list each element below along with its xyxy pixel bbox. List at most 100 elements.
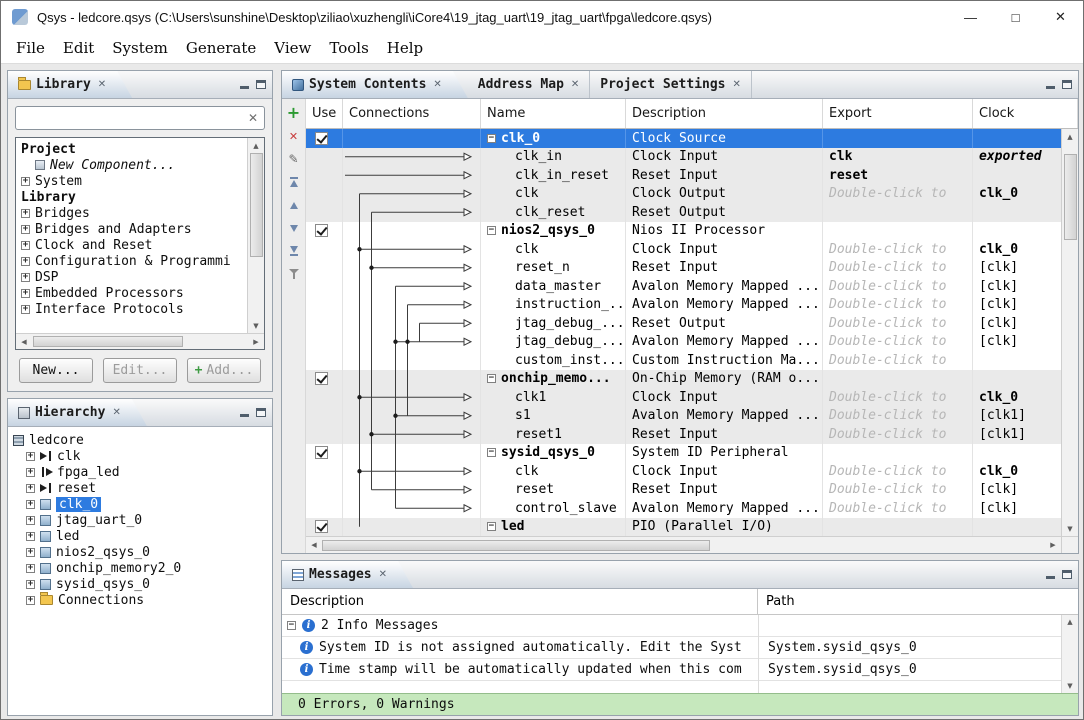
expand-icon[interactable]: + [26, 452, 35, 461]
collapse-icon[interactable]: − [287, 621, 296, 630]
expand-icon[interactable]: + [26, 564, 35, 573]
scroll-left-icon[interactable] [16, 334, 32, 349]
expand-icon[interactable]: + [26, 596, 35, 605]
tab-system-contents[interactable]: System Contents✕ [282, 71, 468, 98]
library-horizontal-scrollbar[interactable] [16, 333, 264, 349]
scroll-right-icon[interactable] [1045, 537, 1061, 553]
expand-icon[interactable]: + [26, 532, 35, 541]
minimize-view-icon[interactable] [240, 80, 250, 89]
module-row-clk-0[interactable]: −clk_0Clock Source [306, 129, 1061, 148]
column-header-connections[interactable]: Connections [343, 99, 481, 128]
port-row-custom-inst[interactable]: custom_inst...Custom Instruction Ma...Do… [306, 351, 1061, 370]
module-row-onchip-memo[interactable]: −onchip_memo...On-Chip Memory (RAM o... [306, 370, 1061, 389]
messages-summary-row[interactable]: − 2 Info Messages [282, 615, 1078, 637]
port-row-clk[interactable]: clkClock InputDouble-click toclk_0 [306, 462, 1061, 481]
new-button[interactable]: New... [19, 358, 93, 383]
expand-icon[interactable]: + [21, 225, 30, 234]
module-row-sysid-qsys-0[interactable]: −sysid_qsys_0System ID Peripheral [306, 444, 1061, 463]
port-row-clk1[interactable]: clk1Clock InputDouble-click toclk_0 [306, 388, 1061, 407]
column-header-description[interactable]: Description [626, 99, 823, 128]
expand-icon[interactable]: + [21, 241, 30, 250]
module-row-led[interactable]: −ledPIO (Parallel I/O) [306, 518, 1061, 537]
message-row[interactable]: System ID is not assigned automatically.… [282, 637, 1078, 659]
library-item-dsp[interactable]: +DSP [16, 269, 247, 285]
add-component-icon[interactable]: + [286, 106, 302, 120]
library-item-system[interactable]: +System [16, 173, 247, 189]
column-header-use[interactable]: Use [306, 99, 343, 128]
remove-component-icon[interactable]: ✕ [286, 129, 302, 143]
expand-icon[interactable]: + [26, 580, 35, 589]
menu-edit[interactable]: Edit [54, 36, 103, 60]
message-row[interactable]: Time stamp will be automatically updated… [282, 659, 1078, 681]
messages-column-path[interactable]: Path [758, 589, 1078, 614]
use-checkbox[interactable] [315, 224, 328, 237]
library-item-library[interactable]: Library [16, 189, 247, 205]
use-checkbox[interactable] [315, 132, 328, 145]
collapse-icon[interactable]: − [487, 226, 496, 235]
expand-icon[interactable]: + [26, 548, 35, 557]
hierarchy-item-jtag-uart-0[interactable]: +jtag_uart_0 [8, 512, 272, 528]
expand-icon[interactable]: + [21, 177, 30, 186]
port-row-clk-reset[interactable]: clk_resetReset Output [306, 203, 1061, 222]
tab-close-icon[interactable]: ✕ [98, 79, 106, 90]
port-row-data-master[interactable]: data_masterAvalon Memory Mapped ...Doubl… [306, 277, 1061, 296]
restore-view-icon[interactable] [1062, 80, 1072, 89]
menu-file[interactable]: File [7, 36, 54, 60]
scroll-down-icon[interactable] [1062, 521, 1078, 536]
expand-icon[interactable]: + [26, 484, 35, 493]
collapse-icon[interactable]: − [487, 134, 496, 143]
port-row-clk[interactable]: clkClock InputDouble-click toclk_0 [306, 240, 1061, 259]
scroll-down-icon[interactable] [248, 318, 264, 333]
minimize-view-icon[interactable] [1046, 80, 1056, 89]
port-row-clk-in[interactable]: clk_inClock Inputclkexported [306, 148, 1061, 167]
messages-vertical-scrollbar[interactable] [1061, 615, 1078, 693]
use-checkbox[interactable] [315, 520, 328, 533]
column-header-clock[interactable]: Clock [973, 99, 1078, 128]
hierarchy-item-clk-0[interactable]: +clk_0 [8, 496, 272, 512]
port-row-jtag-debug[interactable]: jtag_debug_...Reset OutputDouble-click t… [306, 314, 1061, 333]
port-row-s1[interactable]: s1Avalon Memory Mapped ...Double-click t… [306, 407, 1061, 426]
expand-icon[interactable]: + [21, 209, 30, 218]
use-checkbox[interactable] [315, 372, 328, 385]
tab-close-icon[interactable]: ✕ [571, 79, 579, 90]
scroll-down-icon[interactable] [1067, 682, 1072, 690]
scroll-left-icon[interactable] [306, 537, 322, 553]
move-bottom-icon[interactable] [286, 244, 302, 258]
port-row-reset-n[interactable]: reset_nReset InputDouble-click to[clk] [306, 259, 1061, 278]
scroll-thumb[interactable] [250, 153, 263, 257]
column-header-name[interactable]: Name [481, 99, 626, 128]
edit-component-icon[interactable]: ✎ [286, 152, 302, 166]
hierarchy-item-clk[interactable]: +clk [8, 448, 272, 464]
clear-search-icon[interactable]: ✕ [248, 111, 258, 125]
menu-generate[interactable]: Generate [177, 36, 265, 60]
hierarchy-item-led[interactable]: +led [8, 528, 272, 544]
minimize-view-icon[interactable] [1046, 570, 1056, 579]
hierarchy-item-nios2-qsys-0[interactable]: +nios2_qsys_0 [8, 544, 272, 560]
expand-icon[interactable]: + [21, 305, 30, 314]
library-item-project[interactable]: Project [16, 141, 247, 157]
tab-close-icon[interactable]: ✕ [379, 569, 387, 580]
edit-button[interactable]: Edit... [103, 358, 177, 383]
expand-icon[interactable]: + [26, 500, 35, 509]
hierarchy-item-fpga-led[interactable]: +fpga_led [8, 464, 272, 480]
column-header-export[interactable]: Export [823, 99, 973, 128]
menu-system[interactable]: System [103, 36, 177, 60]
expand-icon[interactable]: + [26, 516, 35, 525]
search-input[interactable] [22, 111, 248, 126]
port-row-clk-in-reset[interactable]: clk_in_resetReset Inputreset [306, 166, 1061, 185]
library-item-bridges[interactable]: +Bridges [16, 205, 247, 221]
collapse-icon[interactable]: − [487, 374, 496, 383]
hierarchy-item-onchip-memory2-0[interactable]: +onchip_memory2_0 [8, 560, 272, 576]
tab-project-settings[interactable]: Project Settings✕ [590, 71, 752, 98]
library-item-bridges-and-adapters[interactable]: +Bridges and Adapters [16, 221, 247, 237]
library-vertical-scrollbar[interactable] [247, 138, 264, 333]
hierarchy-item-reset[interactable]: +reset [8, 480, 272, 496]
restore-view-icon[interactable] [1062, 570, 1072, 579]
expand-icon[interactable]: + [26, 468, 35, 477]
expand-icon[interactable]: + [21, 273, 30, 282]
collapse-icon[interactable]: − [487, 522, 496, 531]
collapse-icon[interactable]: − [487, 448, 496, 457]
scroll-right-icon[interactable] [248, 334, 264, 349]
expand-icon[interactable]: + [21, 257, 30, 266]
minimize-view-icon[interactable] [240, 408, 250, 417]
